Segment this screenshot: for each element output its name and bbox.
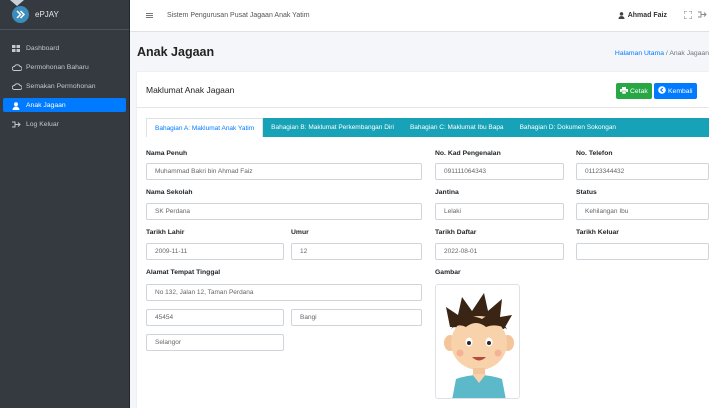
print-icon (620, 86, 628, 96)
gambar-label: Gambar (435, 269, 461, 276)
card-title: Maklumat Anak Jagaan (146, 84, 235, 95)
sign-out-icon (12, 121, 21, 128)
top-navbar: Sistem Pengurusan Pusat Jagaan Anak Yati… (130, 0, 709, 32)
top-notch-decoration (10, 0, 24, 6)
sidebar-item-semakan-permohonan[interactable]: Semakan Permohonan (3, 79, 126, 93)
negeri-field[interactable]: Selangor (146, 334, 284, 351)
sidebar-item-label: Log Keluar (26, 120, 59, 128)
nama-sekolah-field[interactable]: SK Perdana (146, 203, 422, 220)
dashboard-grid-icon (12, 44, 21, 52)
user-menu[interactable]: Ahmad Faiz (618, 12, 667, 19)
arrow-left-circle-icon (658, 86, 666, 96)
tab-bahagian-c[interactable]: Bahagian C: Maklumat Ibu Bapa (402, 118, 512, 137)
cetak-button[interactable]: Cetak (616, 83, 652, 99)
tarikh-daftar-field[interactable]: 2022-08-01 (435, 243, 564, 260)
breadcrumb-current: Anak Jagaan (669, 50, 709, 57)
nama-penuh-label: Nama Penuh (146, 150, 188, 157)
sidebar-item-log-keluar[interactable]: Log Keluar (3, 117, 126, 131)
section-tabs: Bahagian A: Maklumat Anak Yatim Bahagian… (146, 118, 709, 137)
umur-label: Umur (291, 229, 309, 236)
brand-name: ePJAY (35, 10, 59, 19)
status-field[interactable]: Kehilangan Ibu (576, 203, 709, 220)
tarikh-keluar-field[interactable] (576, 243, 709, 260)
user-icon (12, 101, 21, 110)
tarikh-lahir-field[interactable]: 2009-11-11 (146, 243, 284, 260)
sign-out-icon[interactable] (698, 11, 707, 20)
tab-bahagian-b[interactable]: Bahagian B: Maklumat Perkembangan Diri (263, 118, 402, 137)
tarikh-daftar-label: Tarikh Daftar (435, 229, 477, 236)
cetak-label: Cetak (630, 87, 648, 95)
breadcrumb-home-link[interactable]: Halaman Utama (615, 50, 664, 57)
jantina-label: Jantina (435, 189, 459, 196)
page-title: Anak Jagaan (137, 45, 215, 59)
status-label: Status (576, 189, 597, 196)
maklumat-card: Maklumat Anak Jagaan Bahagian A: Makluma… (137, 72, 709, 408)
sidebar-item-dashboard[interactable]: Dashboard (3, 41, 126, 55)
fullscreen-icon[interactable] (683, 10, 693, 21)
bandar-field[interactable]: Bangi (291, 309, 422, 326)
cloud-icon (11, 63, 23, 71)
alamat-label: Alamat Tempat Tinggal (146, 269, 221, 276)
tab-bahagian-d[interactable]: Bahagian D: Dokumen Sokongan (512, 118, 624, 137)
sidebar: ePJAY Dashboard Permohonan Baharu Semaka… (0, 0, 130, 408)
poskod-field[interactable]: 45454 (146, 309, 284, 326)
brand-logo-icon (12, 6, 29, 23)
sidebar-item-anak-jagaan[interactable]: Anak Jagaan (3, 98, 126, 112)
main-content: Anak Jagaan Halaman Utama / Anak Jagaan … (130, 32, 709, 408)
no-kad-pengenalan-label: No. Kad Pengenalan (435, 150, 501, 157)
user-name: Ahmad Faiz (627, 12, 667, 19)
tab-bahagian-a[interactable]: Bahagian A: Maklumat Anak Yatim (146, 118, 264, 137)
sidebar-item-label: Semakan Permohonan (26, 82, 96, 90)
cartoon-boy-illustration (444, 293, 514, 398)
system-title: Sistem Pengurusan Pusat Jagaan Anak Yati… (167, 12, 310, 19)
nama-sekolah-label: Nama Sekolah (146, 189, 193, 196)
sidebar-item-label: Anak Jagaan (26, 101, 66, 109)
breadcrumb: Halaman Utama / Anak Jagaan (615, 50, 709, 57)
no-telefon-field[interactable]: 01123344432 (576, 163, 709, 180)
user-icon (618, 12, 625, 19)
sidebar-nav: Dashboard Permohonan Baharu Semakan Perm… (0, 41, 129, 131)
alamat-line1-field[interactable]: No 132, Jalan 12, Taman Perdana (146, 284, 422, 301)
kembali-button[interactable]: Kembali (654, 83, 697, 99)
sidebar-item-label: Permohonan Baharu (26, 63, 89, 71)
umur-field[interactable]: 12 (291, 243, 422, 260)
no-kad-pengenalan-field[interactable]: 091111064343 (435, 163, 564, 180)
sidebar-item-permohonan-baharu[interactable]: Permohonan Baharu (3, 60, 126, 74)
tarikh-lahir-label: Tarikh Lahir (146, 229, 185, 236)
tarikh-keluar-label: Tarikh Keluar (576, 229, 619, 236)
no-telefon-label: No. Telefon (576, 150, 613, 157)
nama-penuh-field[interactable]: Muhammad Bakri bin Ahmad Faiz (146, 163, 422, 180)
kembali-label: Kembali (668, 87, 693, 95)
breadcrumb-separator: / (665, 50, 668, 57)
child-photo (435, 284, 520, 399)
jantina-field[interactable]: Lelaki (435, 203, 564, 220)
hamburger-menu-icon[interactable] (146, 12, 153, 19)
sidebar-item-label: Dashboard (26, 44, 60, 52)
cloud-icon (11, 82, 23, 90)
